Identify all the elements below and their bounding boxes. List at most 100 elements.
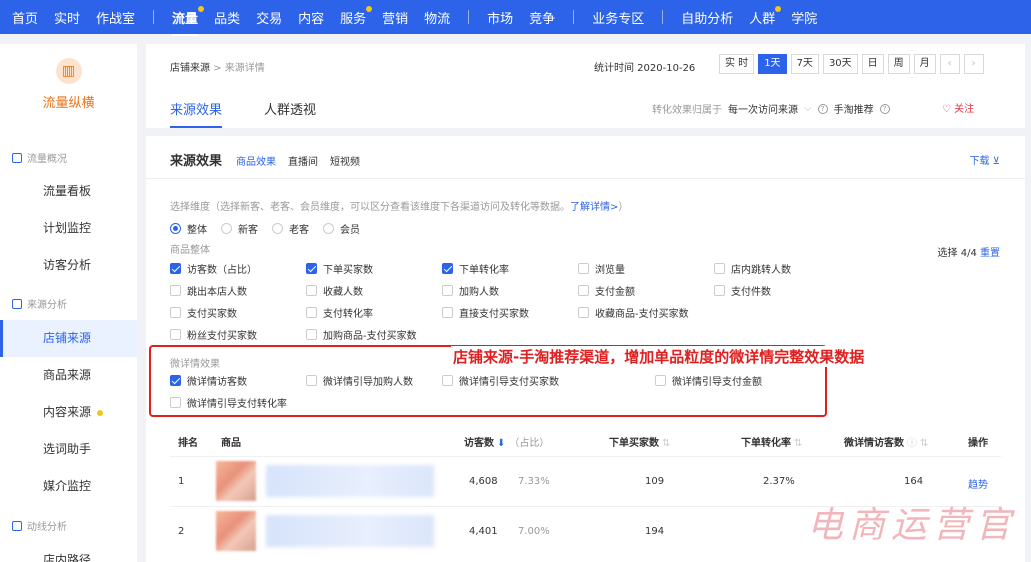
nav-realtime[interactable]: 实时	[46, 8, 88, 27]
metric-checkbox[interactable]: 加购人数	[442, 283, 499, 298]
metric-checkbox[interactable]: 下单转化率	[442, 261, 509, 276]
radio-member[interactable]: 会员	[323, 221, 360, 236]
sort-desc-icon[interactable]: ⬇	[497, 438, 505, 449]
metric-checkbox[interactable]: 微详情引导支付金额	[655, 373, 762, 388]
metric-checkbox[interactable]: 支付转化率	[306, 305, 373, 320]
metric-checkbox[interactable]: 支付买家数	[170, 305, 237, 320]
col-visitors[interactable]: 访客数 ⬇ （占比）	[464, 434, 549, 449]
breadcrumb: 店铺来源 > 来源详情	[170, 59, 265, 74]
metric-checkbox[interactable]: 微详情引导支付买家数	[442, 373, 559, 388]
cell-micro-visitors: 164	[904, 476, 924, 487]
metric-checkbox[interactable]: 店内跳转人数	[714, 261, 791, 276]
chart-icon	[12, 520, 22, 531]
sidebar-item-traffic-board[interactable]: 流量看板	[0, 173, 137, 210]
time-30d-button[interactable]: 30天	[822, 54, 858, 74]
radio-new-customer[interactable]: 新客	[221, 221, 258, 236]
download-button[interactable]: 下载 ⊻	[970, 152, 1001, 167]
nav-content[interactable]: 内容	[290, 8, 332, 27]
nav-business-zone[interactable]: 业务专区	[584, 8, 652, 27]
product-title-blurred[interactable]	[266, 515, 434, 547]
attribution-select[interactable]: 每一次访问来源	[728, 101, 798, 116]
sidebar-item-plan-monitor[interactable]: 计划监控	[0, 210, 137, 247]
tab-product-effect[interactable]: 商品效果	[236, 153, 276, 168]
sidebar-item-content-source[interactable]: 内容来源	[0, 394, 137, 431]
nav-home[interactable]: 首页	[4, 8, 46, 27]
trend-link[interactable]: 趋势	[968, 476, 988, 491]
sidebar-item-visitor-analysis[interactable]: 访客分析	[0, 247, 137, 284]
reset-button[interactable]: 重置	[980, 248, 1000, 259]
nav-divider	[662, 10, 664, 24]
time-week-button[interactable]: 周	[887, 54, 910, 74]
checkbox	[714, 263, 725, 274]
cell-rank: 1	[178, 476, 185, 487]
product-thumbnail[interactable]	[216, 511, 256, 551]
product-title-blurred[interactable]	[266, 465, 434, 497]
metric-checkbox[interactable]: 微详情引导支付转化率	[170, 395, 287, 410]
metric-label: 微详情引导支付转化率	[187, 399, 287, 410]
metric-checkbox[interactable]: 浏览量	[578, 261, 625, 276]
follow-button[interactable]: ♡ 关注	[942, 100, 974, 115]
help-icon[interactable]: ?	[879, 103, 890, 114]
sidebar-item-media-monitor[interactable]: 媒介监控	[0, 468, 137, 505]
product-thumbnail[interactable]	[216, 461, 256, 501]
metric-checkbox[interactable]: 微详情访客数	[170, 373, 247, 388]
metric-checkbox[interactable]: 支付金额	[578, 283, 635, 298]
tab-live-room[interactable]: 直播间	[288, 153, 318, 168]
nav-marketing[interactable]: 营销	[374, 8, 416, 27]
metric-checkbox[interactable]: 粉丝支付买家数	[170, 327, 257, 342]
time-7d-button[interactable]: 7天	[790, 54, 819, 74]
radio-old-customer[interactable]: 老客	[272, 221, 309, 236]
nav-crowd[interactable]: 人群	[741, 5, 783, 27]
metric-checkbox[interactable]: 直接支付买家数	[442, 305, 529, 320]
checkbox	[306, 375, 317, 386]
cell-visitors: 4,608	[469, 476, 498, 487]
sidebar-item-keyword-helper[interactable]: 选词助手	[0, 431, 137, 468]
radio-overall[interactable]: 整体	[170, 221, 207, 236]
sort-icon[interactable]: ⇅	[920, 438, 928, 449]
nav-self-analysis[interactable]: 自助分析	[673, 8, 741, 27]
chevron-right-icon[interactable]: ›	[963, 54, 984, 74]
nav-competition[interactable]: 竞争	[521, 8, 563, 27]
help-icon[interactable]: ?	[817, 103, 828, 114]
metric-checkbox[interactable]: 跳出本店人数	[170, 283, 247, 298]
checkbox	[170, 307, 181, 318]
metric-checkbox[interactable]: 微详情引导加购人数	[306, 373, 413, 388]
col-order-rate[interactable]: 下单转化率 ⇅	[741, 434, 802, 449]
nav-trade[interactable]: 交易	[248, 8, 290, 27]
time-realtime-button[interactable]: 实 时	[719, 54, 755, 74]
nav-academy[interactable]: 学院	[783, 8, 825, 27]
sort-icon[interactable]: ⇅	[794, 438, 802, 449]
sidebar-item-shop-path[interactable]: 店内路径	[0, 542, 137, 562]
time-month-button[interactable]: 月	[913, 54, 936, 74]
metric-checkbox[interactable]: 收藏商品-支付买家数	[578, 305, 689, 320]
nav-service[interactable]: 服务	[332, 5, 374, 27]
metric-checkbox[interactable]: 加购商品-支付买家数	[306, 327, 417, 342]
learn-more-link[interactable]: 了解详情>	[570, 202, 618, 213]
nav-logistics[interactable]: 物流	[416, 8, 458, 27]
time-day-button[interactable]: 日	[861, 54, 884, 74]
chart-icon	[12, 298, 22, 309]
chevron-left-icon[interactable]: ‹	[939, 54, 960, 74]
tab-source-effect[interactable]: 来源效果	[170, 99, 223, 128]
sidebar-item-shop-source[interactable]: 店铺来源	[0, 320, 137, 357]
col-order-buyers[interactable]: 下单买家数 ⇅	[609, 434, 670, 449]
sort-icon[interactable]: ⇅	[662, 438, 670, 449]
metric-checkbox[interactable]: 收藏人数	[306, 283, 363, 298]
breadcrumb-root[interactable]: 店铺来源	[170, 63, 210, 74]
tab-short-video[interactable]: 短视频	[330, 153, 360, 168]
nav-market[interactable]: 市场	[479, 8, 521, 27]
nav-traffic[interactable]: 流量	[164, 5, 206, 36]
col-micro-visitors[interactable]: 微详情访客数 ⓘ ⇅	[844, 434, 928, 449]
metric-checkbox[interactable]: 访客数（占比）	[170, 261, 257, 276]
metric-label: 店内跳转人数	[731, 265, 791, 276]
chevron-down-icon[interactable]: ⌵	[804, 103, 812, 114]
nav-category[interactable]: 品类	[206, 8, 248, 27]
cell-order-rate: 2.37%	[763, 476, 795, 487]
tab-crowd-insight[interactable]: 人群透视	[264, 99, 316, 128]
help-icon[interactable]: ⓘ	[907, 438, 917, 449]
metric-checkbox[interactable]: 支付件数	[714, 283, 771, 298]
metric-checkbox[interactable]: 下单买家数	[306, 261, 373, 276]
sidebar-item-product-source[interactable]: 商品来源	[0, 357, 137, 394]
nav-war-room[interactable]: 作战室	[88, 8, 143, 27]
time-1d-button[interactable]: 1天	[758, 54, 787, 74]
